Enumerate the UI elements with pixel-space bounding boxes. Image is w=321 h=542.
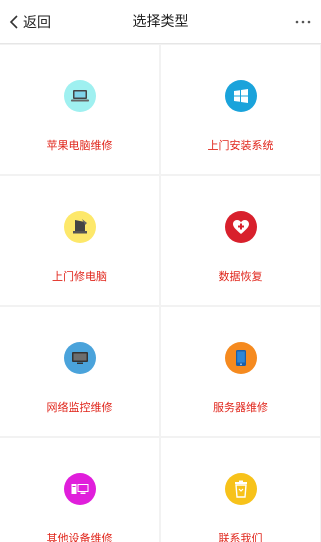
- item-icon-circle: [63, 211, 96, 243]
- service-item-label: 其他设备维修: [46, 532, 113, 542]
- item-icon-circle: [63, 342, 96, 374]
- service-item-apple-repair[interactable]: 苹果电脑维修: [0, 45, 159, 174]
- service-item-label: 数据恢复: [218, 270, 263, 283]
- medkit-heart-icon: [232, 220, 249, 234]
- item-icon-circle: [63, 80, 96, 112]
- back-button[interactable]: 返回: [8, 0, 51, 44]
- app-root: 返回 选择类型 苹果电脑维修 上门安装系统 上门修电脑 数据恢复 网络监控维修 …: [0, 0, 321, 542]
- desktop-icon: [71, 484, 88, 494]
- service-item-network-monitoring[interactable]: 网络监控维修: [0, 307, 159, 436]
- chevron-left-icon: [9, 15, 18, 29]
- phone-icon: [235, 350, 246, 366]
- back-label: 返回: [23, 15, 51, 31]
- service-item-label: 服务器维修: [213, 401, 268, 414]
- service-item-server-repair[interactable]: 服务器维修: [161, 307, 320, 436]
- ellipsis-icon: [295, 20, 311, 24]
- service-item-onsite-repair[interactable]: 上门修电脑: [0, 176, 159, 305]
- more-options-button[interactable]: [293, 0, 313, 44]
- item-icon-circle: [224, 473, 257, 505]
- service-item-install-system[interactable]: 上门安装系统: [161, 45, 320, 174]
- trash-bin-icon: [234, 480, 247, 498]
- monitor-icon: [71, 352, 88, 364]
- service-item-data-recovery[interactable]: 数据恢复: [161, 176, 320, 305]
- service-item-label: 上门修电脑: [52, 270, 107, 283]
- item-icon-circle: [224, 342, 257, 374]
- service-item-label: 网络监控维修: [46, 401, 113, 414]
- service-item-contact-us[interactable]: 联系我们: [161, 438, 320, 542]
- service-item-label: 联系我们: [218, 532, 263, 542]
- laptop-icon: [70, 90, 89, 102]
- service-item-label: 上门安装系统: [207, 139, 274, 152]
- item-icon-circle: [224, 211, 257, 243]
- service-item-other-devices[interactable]: 其他设备维修: [0, 438, 159, 542]
- service-item-label: 苹果电脑维修: [46, 139, 113, 152]
- windows-icon: [233, 89, 248, 103]
- top-navigation-bar: 返回 选择类型: [0, 0, 321, 44]
- item-icon-circle: [63, 473, 96, 505]
- item-icon-circle: [224, 80, 257, 112]
- tablet-icon: [72, 219, 87, 234]
